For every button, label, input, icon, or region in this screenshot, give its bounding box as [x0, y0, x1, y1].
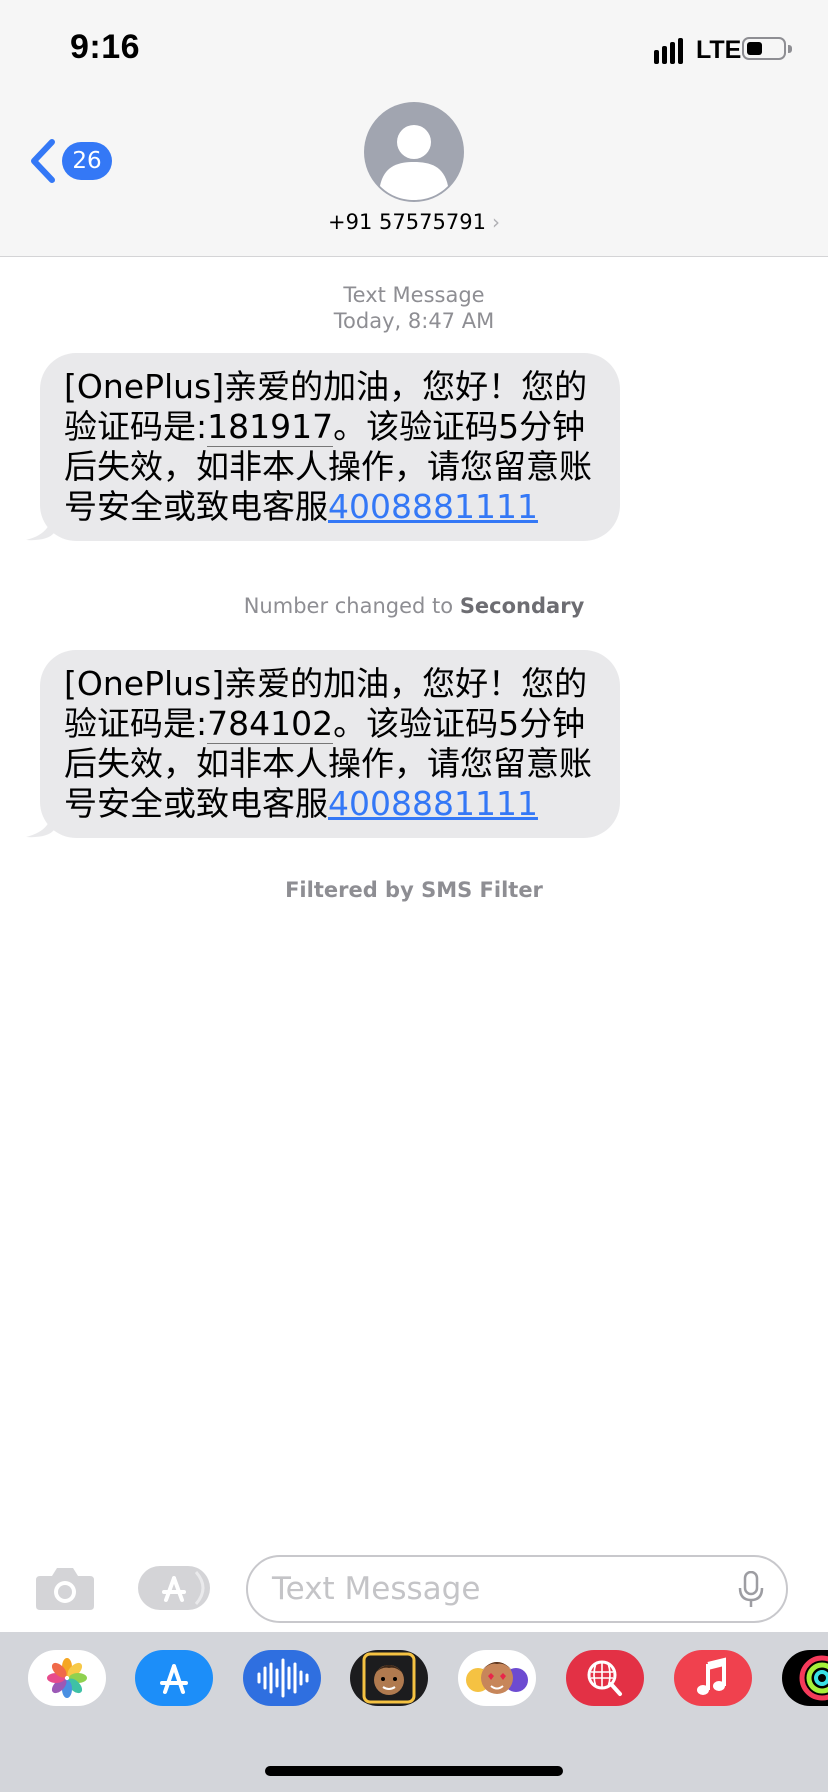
unread-count-badge: 26	[62, 142, 112, 180]
microphone-icon[interactable]	[738, 1571, 764, 1609]
person-icon	[380, 125, 448, 200]
message-item[interactable]: [OnePlus]亲爱的加油，您好！您的验证码是:784102。该验证码5分钟后…	[26, 650, 628, 838]
notice-value: Secondary	[459, 594, 585, 618]
verification-code[interactable]: 784102	[207, 704, 334, 744]
app-store-app-icon[interactable]	[135, 1650, 213, 1706]
battery-icon	[742, 37, 786, 60]
contact-name[interactable]: +91 57575791 ›	[0, 210, 828, 234]
signal-icon	[654, 38, 686, 64]
chevron-left-icon	[31, 139, 55, 183]
music-app-icon[interactable]	[674, 1650, 752, 1706]
bubble-tail	[26, 507, 54, 541]
home-indicator[interactable]	[265, 1766, 563, 1776]
number-changed-notice: Number changed to Secondary	[0, 594, 828, 618]
memoji-app-icon[interactable]	[350, 1650, 428, 1706]
web-images-app-icon[interactable]	[566, 1650, 644, 1706]
apps-button[interactable]	[138, 1564, 214, 1612]
memoji-stickers-app-icon[interactable]	[458, 1650, 536, 1706]
message-timestamp: Today, 8:47 AM	[333, 309, 495, 333]
message-bubble[interactable]: [OnePlus]亲爱的加油，您好！您的验证码是:181917。该验证码5分钟后…	[26, 353, 620, 541]
back-button[interactable]: 26	[28, 136, 118, 186]
message-input-placeholder: Text Message	[272, 1571, 481, 1607]
photos-app-icon[interactable]	[28, 1650, 106, 1706]
message-input[interactable]: Text Message	[246, 1555, 788, 1623]
bubble-tail	[26, 804, 54, 838]
fitness-app-icon[interactable]	[782, 1650, 828, 1706]
message-bubble[interactable]: [OnePlus]亲爱的加油，您好！您的验证码是:784102。该验证码5分钟后…	[26, 650, 620, 838]
app-store-icon	[138, 1566, 210, 1610]
audio-messages-app-icon[interactable]	[243, 1650, 321, 1706]
filtered-notice: Filtered by SMS Filter	[285, 878, 543, 902]
camera-button[interactable]	[34, 1564, 96, 1612]
phone-link[interactable]: 4008881111	[328, 487, 538, 526]
thread-header: Text Message Today, 8:47 AM	[0, 282, 828, 334]
camera-icon	[36, 1568, 94, 1610]
verification-code[interactable]: 181917	[207, 407, 334, 447]
phone-link[interactable]: 4008881111	[328, 784, 538, 823]
status-time: 9:16	[70, 28, 141, 66]
network-label: LTE	[696, 36, 742, 64]
message-item[interactable]: [OnePlus]亲爱的加油，您好！您的验证码是:181917。该验证码5分钟后…	[26, 353, 628, 541]
conversation-header: 9:16 LTE 26 +91 57575791 ›	[0, 0, 828, 257]
chevron-right-icon: ›	[491, 210, 500, 234]
contact-avatar[interactable]	[364, 102, 464, 202]
contact-number: +91 57575791	[328, 210, 486, 234]
message-type-label: Text Message	[343, 283, 485, 307]
notice-prefix: Number changed to	[243, 594, 454, 618]
